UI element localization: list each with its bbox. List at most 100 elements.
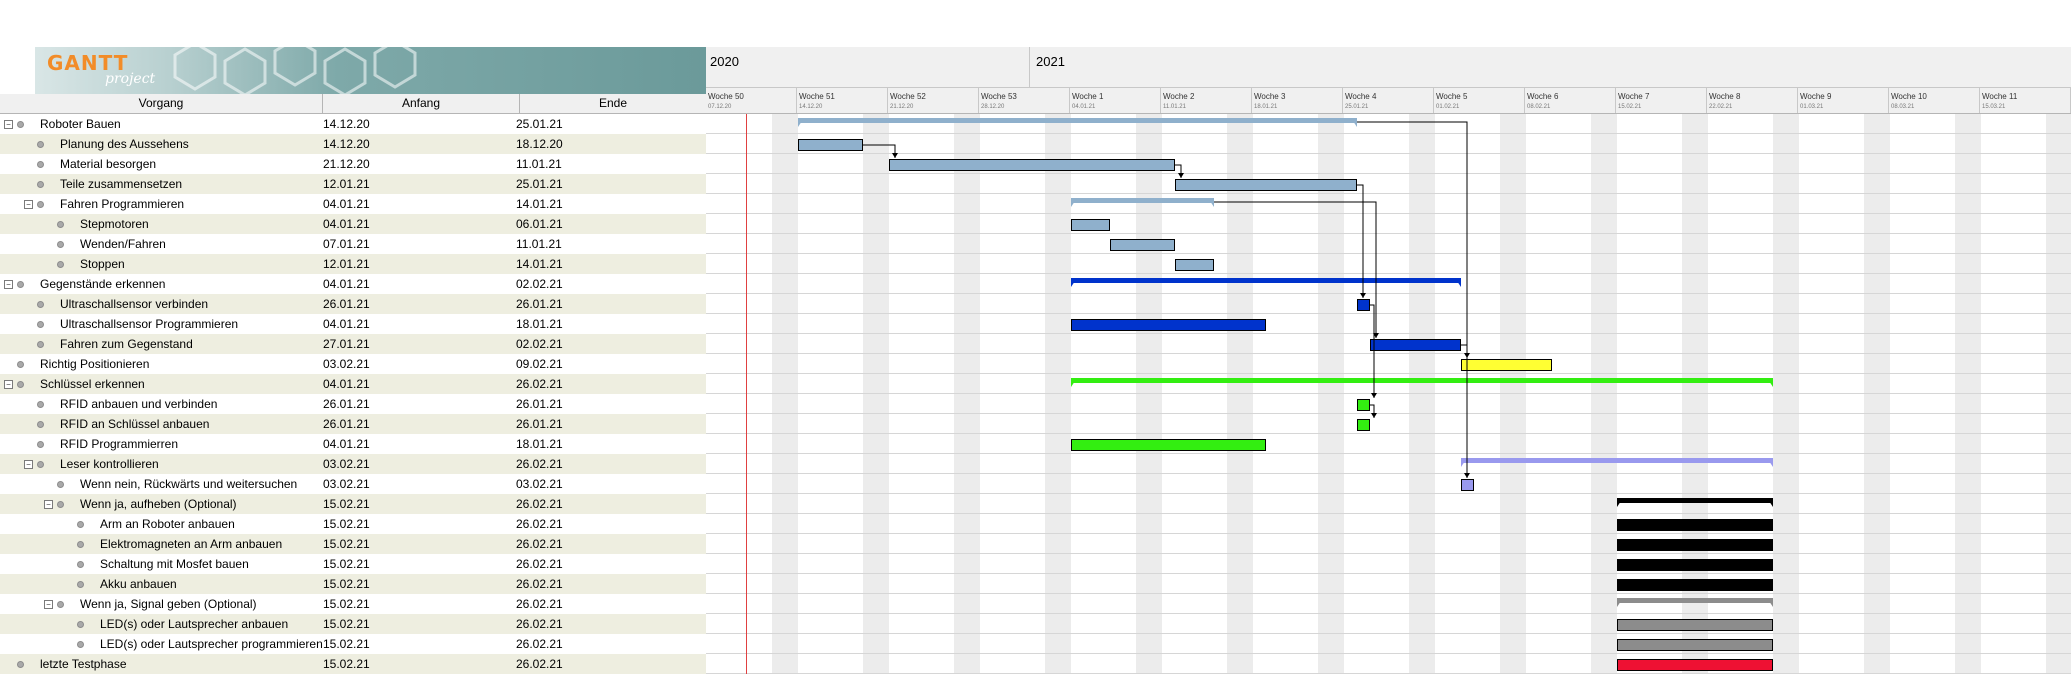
collapse-toggle-icon[interactable]: − — [24, 460, 33, 469]
task-bar[interactable] — [1175, 179, 1357, 191]
task-bar[interactable] — [1071, 319, 1266, 331]
task-bar[interactable] — [1617, 519, 1773, 531]
column-header-end[interactable]: Ende — [520, 94, 706, 113]
collapse-toggle-icon[interactable]: − — [4, 380, 13, 389]
summary-bar[interactable] — [1071, 198, 1214, 203]
task-end-date: 11.01.21 — [516, 157, 562, 171]
task-row[interactable]: − Schlüssel erkennen 04.01.21 26.02.21 — [0, 374, 706, 394]
task-bar[interactable] — [1110, 239, 1175, 251]
task-start-date: 15.02.21 — [323, 497, 370, 511]
task-bar[interactable] — [1370, 339, 1461, 351]
task-end-date: 26.02.21 — [516, 497, 563, 511]
summary-bar[interactable] — [1617, 598, 1773, 603]
task-name: Planung des Aussehens — [60, 137, 189, 151]
task-row[interactable]: Stoppen 12.01.21 14.01.21 — [0, 254, 706, 274]
task-bar[interactable] — [1617, 579, 1773, 591]
task-bar[interactable] — [1617, 539, 1773, 551]
task-row[interactable]: Planung des Aussehens 14.12.20 18.12.20 — [0, 134, 706, 154]
task-name: Stepmotoren — [80, 217, 149, 231]
summary-bar[interactable] — [1617, 498, 1773, 503]
task-row[interactable]: Stepmotoren 04.01.21 06.01.21 — [0, 214, 706, 234]
task-bar[interactable] — [1461, 479, 1474, 491]
task-bar[interactable] — [1071, 439, 1266, 451]
task-row[interactable]: Elektromagneten an Arm anbauen 15.02.21 26… — [0, 534, 706, 554]
task-end-date: 18.12.20 — [516, 137, 563, 151]
task-bar[interactable] — [1357, 399, 1370, 411]
task-row[interactable]: − Fahren Programmieren 04.01.21 14.01.21 — [0, 194, 706, 214]
task-bullet-icon — [17, 281, 24, 288]
task-row[interactable]: Wenn nein, Rückwärts und weitersuchen 03.… — [0, 474, 706, 494]
task-row[interactable]: Ultraschallsensor verbinden 26.01.21 26.01… — [0, 294, 706, 314]
summary-bar[interactable] — [1071, 278, 1461, 283]
task-bullet-icon — [37, 181, 44, 188]
summary-bar[interactable] — [1461, 458, 1773, 463]
task-name: Richtig Positionieren — [40, 357, 150, 371]
task-table-header: Vorgang Anfang Ende — [0, 94, 706, 114]
task-start-date: 21.12.20 — [323, 157, 370, 171]
collapse-toggle-icon[interactable]: − — [44, 600, 53, 609]
task-row[interactable]: RFID Programmierren 04.01.21 18.01.21 — [0, 434, 706, 454]
task-bullet-icon — [77, 521, 84, 528]
task-row[interactable]: letzte Testphase 15.02.21 26.02.21 — [0, 654, 706, 674]
task-bullet-icon — [57, 501, 64, 508]
task-name: LED(s) oder Lautsprecher anbauen — [100, 617, 289, 631]
task-bar[interactable] — [1617, 659, 1773, 671]
task-bar[interactable] — [1617, 619, 1773, 631]
task-bar[interactable] — [1175, 259, 1214, 271]
summary-bar[interactable] — [798, 118, 1357, 123]
task-bar[interactable] — [1357, 299, 1370, 311]
task-row[interactable]: RFID an Schlüssel anbauen 26.01.21 26.01.2… — [0, 414, 706, 434]
ganttproject-logo: GANTT project — [35, 47, 706, 94]
task-bar[interactable] — [1071, 219, 1110, 231]
task-bar[interactable] — [1617, 639, 1773, 651]
task-bullet-icon — [37, 201, 44, 208]
collapse-toggle-icon[interactable]: − — [4, 280, 13, 289]
task-row[interactable]: − Roboter Bauen 14.12.20 25.01.21 — [0, 114, 706, 134]
task-row[interactable]: LED(s) oder Lautsprecher anbauen 15.02.21… — [0, 614, 706, 634]
task-row[interactable]: Ultraschallsensor Programmieren 04.01.21 1… — [0, 314, 706, 334]
task-row[interactable]: − Gegenstände erkennen 04.01.21 02.02.21 — [0, 274, 706, 294]
task-row[interactable]: − Leser kontrollieren 03.02.21 26.02.21 — [0, 454, 706, 474]
collapse-toggle-icon[interactable]: − — [4, 120, 13, 129]
task-row[interactable]: Schaltung mit Mosfet bauen 15.02.21 26.02.… — [0, 554, 706, 574]
task-row[interactable]: Arm an Roboter anbauen 15.02.21 26.02.21 — [0, 514, 706, 534]
task-name: Roboter Bauen — [40, 117, 121, 131]
task-end-date: 26.02.21 — [516, 457, 563, 471]
task-start-date: 15.02.21 — [323, 537, 370, 551]
task-name: Ultraschallsensor verbinden — [60, 297, 209, 311]
task-row[interactable]: − Wenn ja, aufheben (Optional) 15.02.21 26.… — [0, 494, 706, 514]
task-bar[interactable] — [1617, 559, 1773, 571]
task-row[interactable]: Fahren zum Gegenstand 27.01.21 02.02.21 — [0, 334, 706, 354]
dependency-line — [1370, 304, 1375, 398]
task-name: Schaltung mit Mosfet bauen — [100, 557, 249, 571]
task-bullet-icon — [57, 481, 64, 488]
task-name: LED(s) oder Lautsprecher programmieren — [100, 637, 323, 651]
task-row[interactable]: Akku anbauen 15.02.21 26.02.21 — [0, 574, 706, 594]
task-row[interactable]: LED(s) oder Lautsprecher programmieren 15… — [0, 634, 706, 654]
dependency-arrow-icon — [892, 153, 898, 158]
gantt-chart[interactable] — [706, 0, 2071, 674]
task-name: Leser kontrollieren — [60, 457, 159, 471]
column-header-start[interactable]: Anfang — [323, 94, 520, 113]
task-start-date: 26.01.21 — [323, 417, 370, 431]
task-row[interactable]: Teile zusammensetzen 12.01.21 25.01.21 — [0, 174, 706, 194]
task-row[interactable]: Richtig Positionieren 03.02.21 09.02.21 — [0, 354, 706, 374]
task-end-date: 02.02.21 — [516, 337, 563, 351]
task-row[interactable]: Material besorgen 21.12.20 11.01.21 — [0, 154, 706, 174]
collapse-toggle-icon[interactable]: − — [24, 200, 33, 209]
dependency-arrow-icon — [1371, 413, 1377, 418]
task-bar[interactable] — [1357, 419, 1370, 431]
dependency-arrow-icon — [1360, 293, 1366, 298]
task-bar[interactable] — [798, 139, 863, 151]
collapse-toggle-icon[interactable]: − — [44, 500, 53, 509]
task-end-date: 02.02.21 — [516, 277, 563, 291]
task-row[interactable]: Wenden/Fahren 07.01.21 11.01.21 — [0, 234, 706, 254]
task-row[interactable]: RFID anbauen und verbinden 26.01.21 26.01.… — [0, 394, 706, 414]
task-bar[interactable] — [889, 159, 1175, 171]
task-name: letzte Testphase — [40, 657, 127, 671]
task-bar[interactable] — [1461, 359, 1552, 371]
column-header-task[interactable]: Vorgang — [0, 94, 323, 113]
summary-bar[interactable] — [1071, 378, 1773, 383]
task-bullet-icon — [77, 561, 84, 568]
task-row[interactable]: − Wenn ja, Signal geben (Optional) 15.02.2… — [0, 594, 706, 614]
